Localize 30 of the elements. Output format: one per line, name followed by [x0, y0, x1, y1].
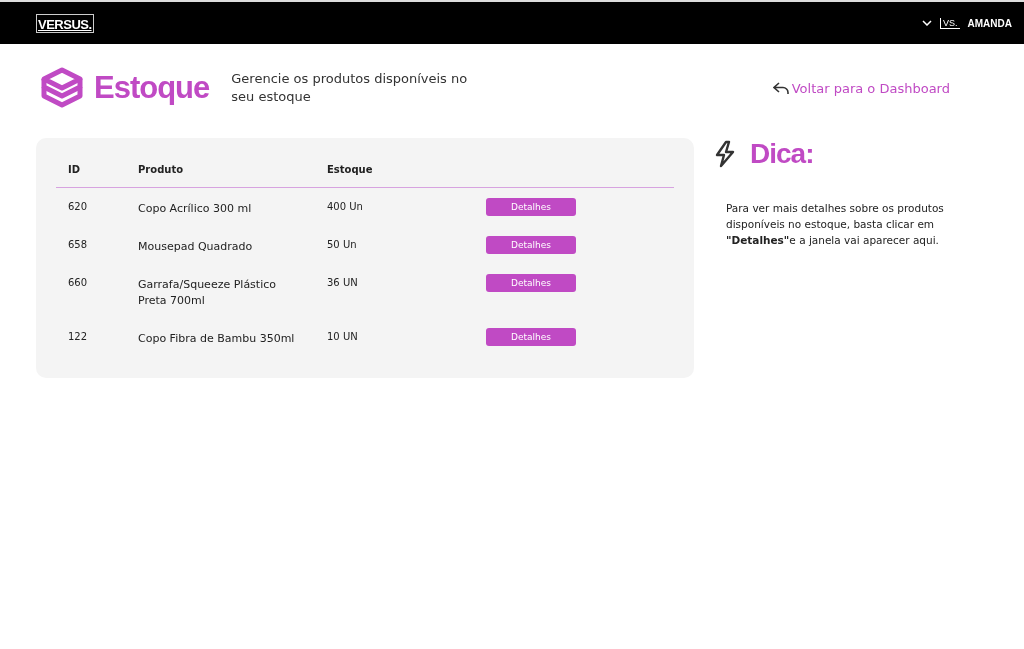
table-cell-text: 658	[68, 238, 89, 250]
column-header: ID	[68, 164, 82, 175]
stacked-layers-icon	[40, 67, 84, 109]
tip-title: Dica:	[750, 138, 814, 170]
table-cell-text: 10 UN	[327, 330, 359, 342]
logo[interactable]: VERSUS.	[36, 13, 94, 33]
table-cell-text: 50 Un	[327, 238, 358, 250]
column-header: Produto	[138, 164, 185, 175]
details-button[interactable]: Detalhes	[486, 198, 576, 216]
details-button[interactable]: Detalhes	[486, 236, 576, 254]
table-cell-text: 620	[68, 200, 89, 212]
return-arrow-icon	[772, 81, 789, 95]
user-name[interactable]: AMANDA	[967, 17, 1012, 29]
back-link[interactable]: Voltar para o Dashboard	[772, 80, 950, 96]
table-cell-text: 36 UN	[327, 276, 359, 288]
table-cell-text: Copo Acrílico 300 ml	[138, 201, 253, 217]
column-header: Estoque	[327, 164, 374, 175]
page-title: Estoque	[94, 70, 210, 106]
table-cell-text: Copo Fibra de Bambu 350ml	[138, 331, 296, 347]
page-subtitle: Gerencie os produtos disponíveis no seu estoque	[231, 70, 469, 106]
chevron-down-icon[interactable]	[922, 20, 933, 26]
table-cell-text: 122	[68, 330, 89, 342]
table-cell-text: 400 Un	[327, 200, 364, 212]
details-button[interactable]: Detalhes	[486, 274, 576, 292]
details-button[interactable]: Detalhes	[486, 328, 576, 346]
tip-text: Para ver mais detalhes sobre os produtos disponíveis no estoque, basta clicar em "Detalhes"e a janela vai aparecer aqui.	[726, 201, 945, 248]
table-cell-text: 660	[68, 276, 89, 288]
table-cell-text: Garrafa/Squeeze Plástico Preta 700ml	[138, 277, 277, 309]
lightning-icon	[714, 140, 736, 168]
table-cell-text: Mousepad Quadrado	[138, 239, 254, 255]
